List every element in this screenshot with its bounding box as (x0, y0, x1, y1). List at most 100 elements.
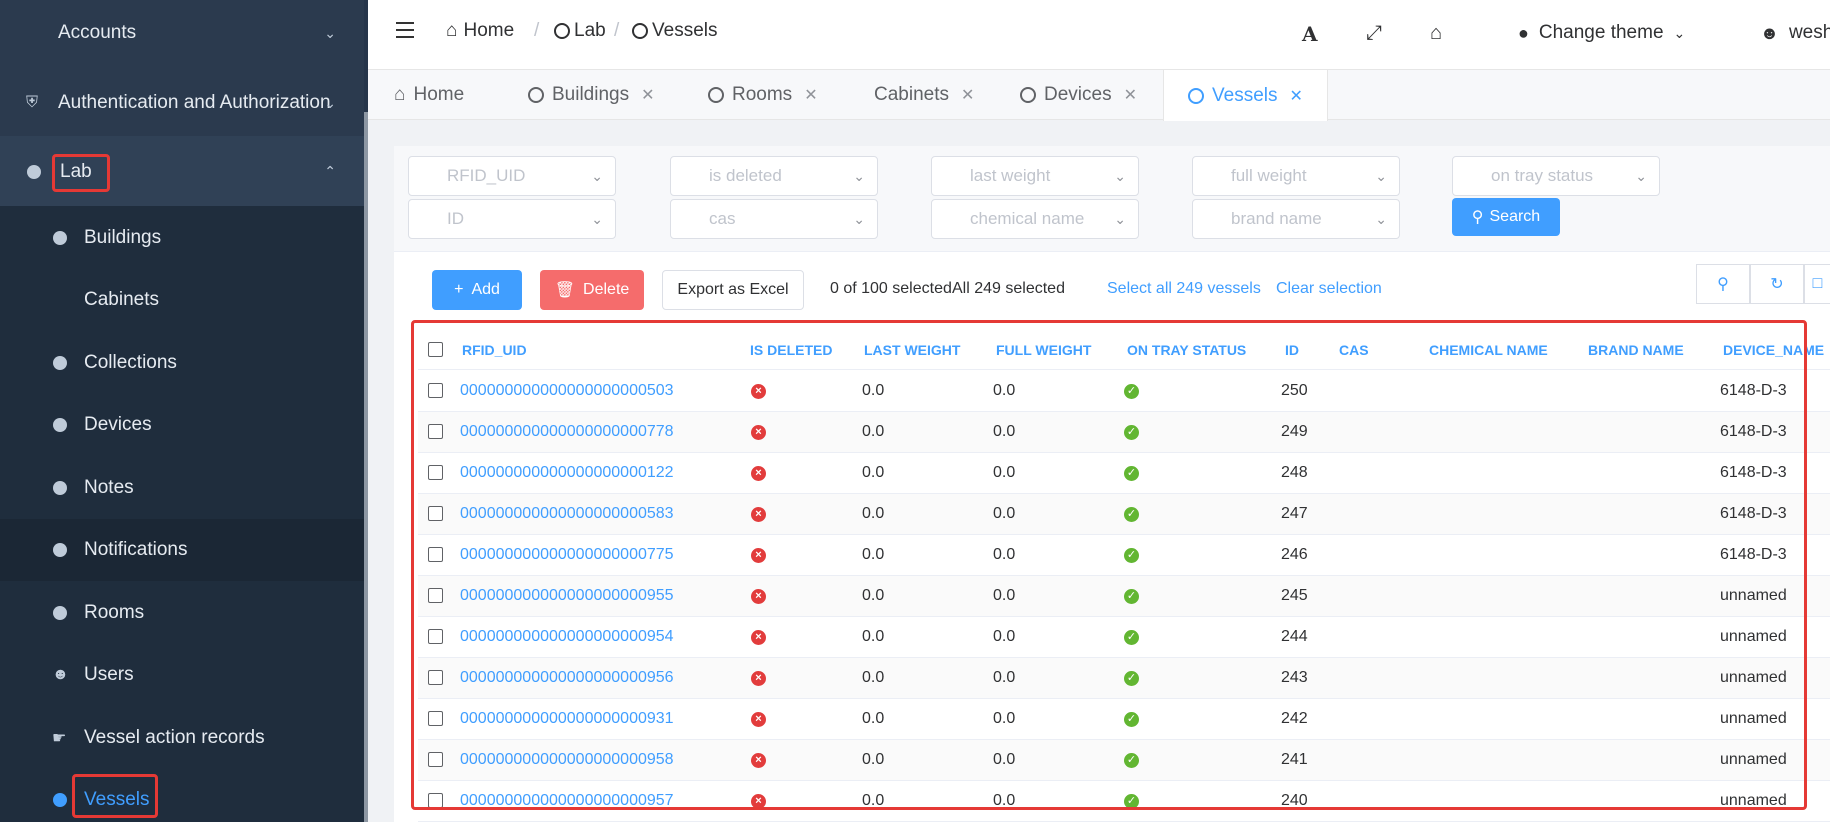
row-checkbox[interactable] (428, 629, 443, 644)
tab-rooms[interactable]: Rooms ✕ (708, 70, 818, 120)
tab-devices[interactable]: Devices ✕ (1020, 70, 1137, 120)
row-checkbox[interactable] (428, 465, 443, 480)
sidebar-item-notes[interactable]: Notes (0, 457, 364, 519)
filter-cas[interactable]: cas ⌄ (670, 199, 878, 239)
deleted-cross-icon: × (751, 794, 766, 809)
full-weight-cell: 0.0 (993, 628, 1016, 645)
filter-brand-name[interactable]: brand name ⌄ (1192, 199, 1400, 239)
export-excel-button[interactable]: Export as Excel (662, 270, 804, 310)
table-row[interactable]: 000000000000000000000503 × 0.0 0.0 ✓ 250 6148-… (418, 371, 1830, 412)
col-device-name[interactable]: DEVICE_NAME (1723, 342, 1824, 358)
sidebar-item-cabinets[interactable]: Cabinets (0, 269, 364, 331)
on-tray-check-icon: ✓ (1124, 384, 1139, 399)
rfid-link[interactable]: 000000000000000000000956 (460, 669, 674, 687)
close-icon[interactable]: ✕ (1124, 85, 1137, 105)
select-all-checkbox[interactable] (428, 342, 443, 357)
rfid-link[interactable]: 000000000000000000000954 (460, 628, 674, 646)
change-theme-dropdown[interactable]: ● Change theme ⌄ (1518, 22, 1685, 44)
delete-button[interactable]: 🗑 Delete (540, 270, 644, 310)
col-chemical-name[interactable]: CHEMICAL NAME (1429, 342, 1548, 358)
table-row[interactable]: 000000000000000000000954 × 0.0 0.0 ✓ 244 unnam… (418, 617, 1830, 658)
filter-chemical-name[interactable]: chemical name ⌄ (931, 199, 1139, 239)
sidebar-item-users[interactable]: ☻ Users (0, 644, 364, 706)
close-icon[interactable]: ✕ (804, 85, 817, 105)
rfid-link[interactable]: 000000000000000000000503 (460, 382, 674, 400)
refresh-icon[interactable]: ↻ (1750, 264, 1804, 304)
table-row[interactable]: 000000000000000000000775 × 0.0 0.0 ✓ 246 6148-… (418, 535, 1830, 576)
breadcrumb-lab[interactable]: Lab (554, 20, 606, 42)
close-icon[interactable]: ✕ (1289, 86, 1302, 106)
col-id[interactable]: ID (1285, 342, 1299, 358)
table-row[interactable]: 000000000000000000000958 × 0.0 0.0 ✓ 241 unnam… (418, 740, 1830, 781)
hamburger-icon[interactable] (396, 22, 414, 40)
sidebar-item-collections[interactable]: Collections (0, 332, 364, 394)
row-checkbox[interactable] (428, 424, 443, 439)
select-all-link[interactable]: Select all 249 vessels (1107, 280, 1261, 298)
col-cas[interactable]: CAS (1339, 342, 1369, 358)
rfid-link[interactable]: 000000000000000000000958 (460, 751, 674, 769)
row-checkbox[interactable] (428, 752, 443, 767)
row-checkbox[interactable] (428, 547, 443, 562)
user-icon: ☻ (52, 666, 69, 683)
sidebar-item-vessels[interactable]: Vessels (0, 769, 364, 822)
rfid-link[interactable]: 000000000000000000000122 (460, 464, 674, 482)
rfid-link[interactable]: 000000000000000000000583 (460, 505, 674, 523)
table-row[interactable]: 000000000000000000000583 × 0.0 0.0 ✓ 247 6148-… (418, 494, 1830, 535)
col-brand-name[interactable]: BRAND NAME (1588, 342, 1684, 358)
row-checkbox[interactable] (428, 793, 443, 808)
table-row[interactable]: 000000000000000000000122 × 0.0 0.0 ✓ 248 6148-… (418, 453, 1830, 494)
filter-full-weight[interactable]: full weight ⌄ (1192, 156, 1400, 196)
tab-cabinets[interactable]: Cabinets ✕ (874, 70, 974, 120)
col-is-deleted[interactable]: IS DELETED (750, 342, 832, 358)
col-rfid-uid[interactable]: RFID_UID (462, 342, 527, 358)
table-row[interactable]: 000000000000000000000955 × 0.0 0.0 ✓ 245 unnam… (418, 576, 1830, 617)
clear-selection-link[interactable]: Clear selection (1276, 280, 1382, 298)
filter-is-deleted[interactable]: is deleted ⌄ (670, 156, 878, 196)
sidebar-item-devices[interactable]: Devices (0, 394, 364, 456)
close-icon[interactable]: ✕ (961, 85, 974, 105)
sidebar-scrollbar[interactable] (364, 0, 368, 822)
user-menu[interactable]: ☻ wesha (1760, 22, 1830, 44)
filter-rfid-uid[interactable]: RFID_UID ⌄ (408, 156, 616, 196)
rfid-link[interactable]: 000000000000000000000931 (460, 710, 674, 728)
sidebar-item-vessel-action-records[interactable]: ☛ Vessel action records (0, 707, 364, 769)
columns-icon[interactable]: □ (1804, 264, 1830, 304)
fullscreen-icon[interactable]: ⤢ (1366, 22, 1382, 45)
rfid-link[interactable]: 000000000000000000000775 (460, 546, 674, 564)
add-button[interactable]: + Add (432, 270, 522, 310)
sidebar-item-rooms[interactable]: Rooms (0, 582, 364, 644)
col-full-weight[interactable]: FULL WEIGHT (996, 342, 1091, 358)
table-row[interactable]: 000000000000000000000957 × 0.0 0.0 ✓ 240 unnam… (418, 781, 1830, 822)
col-on-tray-status[interactable]: ON TRAY STATUS (1127, 342, 1246, 358)
search-button[interactable]: ⚲ Search (1452, 198, 1560, 236)
close-icon[interactable]: ✕ (641, 85, 654, 105)
row-checkbox[interactable] (428, 588, 443, 603)
table-row[interactable]: 000000000000000000000956 × 0.0 0.0 ✓ 243 unnam… (418, 658, 1830, 699)
filter-last-weight[interactable]: last weight ⌄ (931, 156, 1139, 196)
home-icon[interactable]: ⌂ (1430, 22, 1442, 45)
row-checkbox[interactable] (428, 506, 443, 521)
tab-home[interactable]: ⌂ Home (394, 70, 464, 120)
row-checkbox[interactable] (428, 670, 443, 685)
rfid-link[interactable]: 000000000000000000000957 (460, 792, 674, 810)
breadcrumb-home[interactable]: ⌂ Home (446, 20, 514, 42)
sidebar-item-lab[interactable]: Lab ⌃ (0, 141, 364, 203)
row-checkbox[interactable] (428, 711, 443, 726)
sidebar-item-auth[interactable]: ⛨ Authentication and Authorization ⌄ (0, 72, 364, 134)
filter-on-tray-status[interactable]: on tray status ⌄ (1452, 156, 1660, 196)
row-checkbox[interactable] (428, 383, 443, 398)
rfid-link[interactable]: 000000000000000000000778 (460, 423, 674, 441)
table-row[interactable]: 000000000000000000000931 × 0.0 0.0 ✓ 242 unnam… (418, 699, 1830, 740)
filter-id[interactable]: ID ⌄ (408, 199, 616, 239)
sidebar-item-buildings[interactable]: Buildings (0, 207, 364, 269)
table-row[interactable]: 000000000000000000000778 × 0.0 0.0 ✓ 249 6148-… (418, 412, 1830, 453)
col-last-weight[interactable]: LAST WEIGHT (864, 342, 960, 358)
tab-vessels[interactable]: Vessels ✕ (1163, 70, 1328, 121)
filter-placeholder: brand name (1231, 209, 1322, 228)
sidebar-item-accounts[interactable]: Accounts ⌄ (0, 2, 364, 64)
sidebar-item-notifications[interactable]: Notifications (0, 519, 364, 581)
tab-buildings[interactable]: Buildings ✕ (528, 70, 655, 120)
font-size-icon[interactable]: A (1302, 22, 1318, 46)
search-toggle-icon[interactable]: ⚲ (1696, 264, 1750, 304)
rfid-link[interactable]: 000000000000000000000955 (460, 587, 674, 605)
